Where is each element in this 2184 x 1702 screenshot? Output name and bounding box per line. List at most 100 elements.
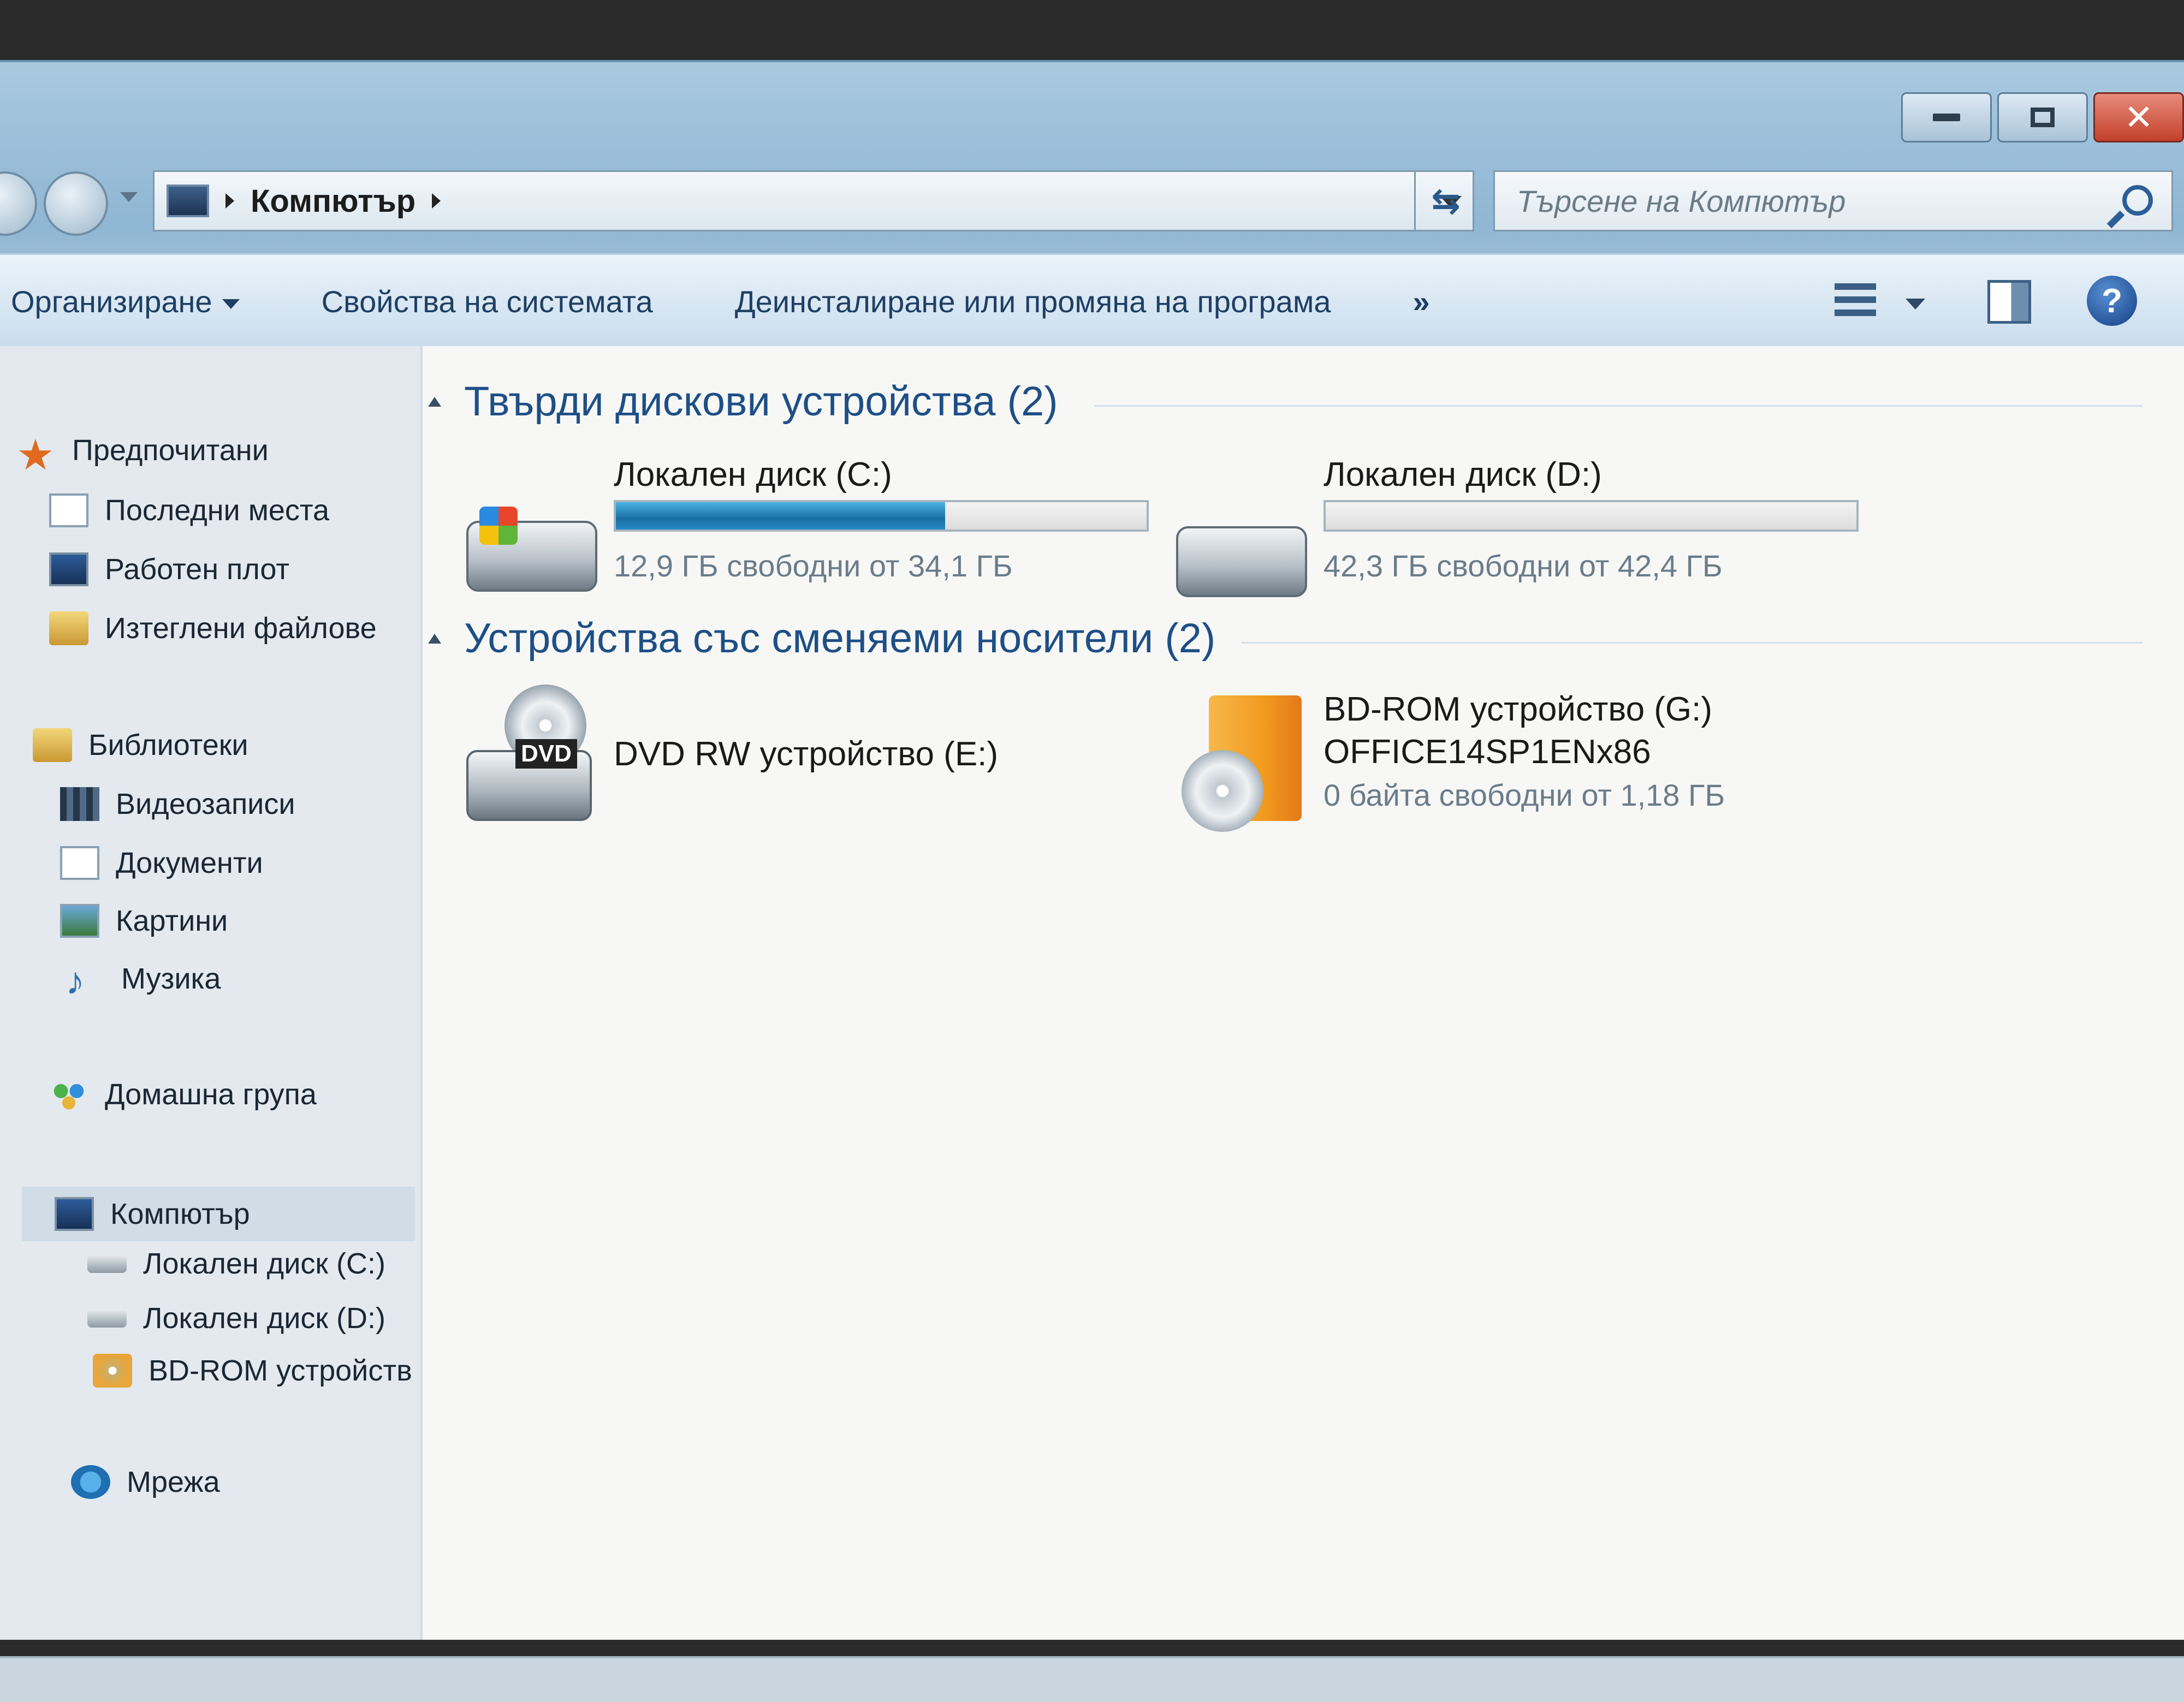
drive-tile-d[interactable]: Локален диск (D:) 42,3 ГБ свободни от 42… (1176, 444, 1864, 608)
nav-item-videos[interactable]: Видеозаписи (60, 787, 295, 821)
drive-usage-fill (616, 502, 945, 529)
refresh-icon: ⇆ (1431, 181, 1461, 221)
hard-drive-icon (1176, 526, 1307, 597)
computer-icon (55, 1197, 94, 1231)
computer-icon (167, 185, 209, 217)
change-view-icon[interactable] (1835, 283, 1876, 322)
nav-item-pictures[interactable]: Картини (60, 904, 228, 938)
drive-free-space: 12,9 ГБ свободни от 34,1 ГБ (614, 549, 1013, 583)
drive-name: DVD RW устройство (E:) (614, 735, 999, 773)
navigation-pane: ★ Предпочитани Последни места Работен пл… (0, 346, 423, 1640)
view-options-dropdown[interactable] (1906, 299, 1925, 310)
nav-favorites[interactable]: ★ Предпочитани (16, 431, 269, 479)
nav-item-label: Видеозаписи (116, 788, 295, 820)
refresh-button[interactable]: ⇆ (1414, 170, 1476, 231)
nav-item-local-disk-d[interactable]: Локален диск (D:) (87, 1301, 385, 1335)
drive-tile-g[interactable]: BD-ROM устройство (G:) OFFICE14SP1ENx86 … (1176, 685, 1864, 848)
nav-item-documents[interactable]: Документи (60, 846, 263, 880)
close-icon: ✕ (2124, 98, 2153, 137)
nav-item-label: BD-ROM устройств (149, 1354, 412, 1387)
nav-item-label: Изтеглени файлове (105, 612, 377, 645)
chevron-right-icon[interactable] (225, 193, 234, 209)
group-header-label: Устройства със сменяеми носители (2) (464, 615, 1216, 662)
search-input[interactable]: Търсене на Компютър (1517, 183, 1845, 219)
system-drive-icon (466, 507, 597, 592)
star-icon: ★ (16, 431, 55, 479)
content-pane: Твърди дискови устройства (2) Локален ди… (423, 346, 2184, 1640)
dvd-label: DVD (515, 739, 577, 769)
organize-button[interactable]: Организиране (11, 284, 240, 319)
nav-homegroup-label: Домашна група (105, 1078, 317, 1111)
uninstall-program-button[interactable]: Деинсталиране или промяна на програма (735, 284, 1331, 319)
drive-name: Локален диск (D:) (1324, 456, 1602, 493)
chevron-right-icon[interactable] (432, 193, 441, 209)
drive-free-space: 0 байта свободни от 1,18 ГБ (1324, 778, 1725, 812)
nav-item-desktop[interactable]: Работен плот (49, 552, 289, 586)
status-bar (0, 1656, 2184, 1702)
search-box[interactable]: Търсене на Компютър (1493, 170, 2173, 231)
drive-tile-e[interactable]: DVD DVD RW устройство (E:) (455, 685, 1143, 848)
nav-item-label: Работен плот (105, 553, 289, 586)
nav-item-label: Последни места (105, 494, 330, 527)
recent-pages-dropdown[interactable] (120, 192, 138, 202)
drive-usage-bar (1324, 500, 1859, 532)
nav-item-label: Документи (116, 847, 263, 879)
recent-places-icon (49, 493, 88, 527)
nav-item-recent-places[interactable]: Последни места (49, 493, 329, 527)
command-bar: Организиране Свойства на системата Деинс… (0, 253, 2184, 349)
drive-tile-c[interactable]: Локален диск (C:) 12,9 ГБ свободни от 34… (455, 444, 1149, 608)
hard-drive-icon (87, 1254, 127, 1273)
maximize-button[interactable] (1997, 92, 2088, 142)
collapse-icon[interactable] (428, 633, 441, 644)
nav-favorites-label: Предпочитани (72, 434, 269, 467)
drive-free-space: 42,3 ГБ свободни от 42,4 ГБ (1324, 549, 1723, 583)
group-divider (1094, 405, 2143, 407)
preview-pane-icon[interactable] (1987, 280, 2031, 324)
nav-network-label: Мрежа (127, 1466, 220, 1498)
chevron-down-icon (222, 299, 240, 309)
nav-item-label: Музика (121, 962, 221, 995)
group-divider (1242, 642, 2143, 644)
nav-item-bd-rom[interactable]: BD-ROM устройств (93, 1354, 412, 1388)
minimize-button[interactable] (1901, 92, 1992, 142)
nav-libraries[interactable]: Библиотеки (33, 728, 248, 762)
collapse-icon[interactable] (428, 396, 441, 407)
address-location[interactable]: Компютър (251, 183, 416, 219)
nav-computer[interactable]: Компютър (22, 1187, 415, 1241)
drive-usage-bar (614, 500, 1149, 532)
desktop-icon (49, 552, 88, 586)
videos-icon (60, 787, 99, 821)
search-icon[interactable] (2122, 185, 2153, 216)
address-bar[interactable]: Компютър (153, 170, 1474, 231)
caption-buttons: ✕ (1901, 92, 2184, 142)
system-properties-button[interactable]: Свойства на системата (322, 284, 653, 319)
group-header-removable[interactable]: Устройства със сменяеми носители (2) (428, 615, 1215, 662)
organize-label: Организиране (11, 284, 212, 319)
nav-item-music[interactable]: ♪ Музика (66, 960, 221, 1002)
volume-label: OFFICE14SP1ENx86 (1324, 733, 1651, 771)
nav-network[interactable]: Мрежа (71, 1465, 220, 1499)
drive-name: BD-ROM устройство (G:) (1324, 691, 1713, 728)
nav-libraries-label: Библиотеки (88, 729, 248, 761)
nav-computer-label: Компютър (110, 1198, 250, 1230)
documents-icon (60, 846, 99, 880)
nav-item-downloads[interactable]: Изтеглени файлове (49, 611, 377, 645)
maximize-icon (2031, 108, 2055, 127)
nav-homegroup[interactable]: Домашна група (49, 1078, 317, 1111)
back-button[interactable] (0, 171, 37, 236)
navigation-row: Компютър ⇆ Търсене на Компютър (0, 160, 2184, 242)
music-note-icon: ♪ (66, 960, 85, 1002)
forward-button[interactable] (44, 171, 108, 236)
close-button[interactable]: ✕ (2093, 92, 2184, 142)
nav-item-label: Локален диск (D:) (143, 1302, 385, 1335)
group-header-hard-disks[interactable]: Твърди дискови устройства (2) (428, 378, 1058, 425)
downloads-folder-icon (49, 611, 88, 645)
help-icon[interactable]: ? (2087, 276, 2137, 326)
disc-icon (1182, 750, 1263, 832)
nav-item-label: Локален диск (C:) (143, 1247, 385, 1280)
bd-rom-icon (93, 1354, 132, 1388)
pictures-icon (60, 904, 99, 938)
nav-item-label: Картини (116, 904, 228, 937)
nav-item-local-disk-c[interactable]: Локален диск (C:) (87, 1247, 385, 1281)
more-commands-button[interactable]: » (1413, 284, 1429, 319)
